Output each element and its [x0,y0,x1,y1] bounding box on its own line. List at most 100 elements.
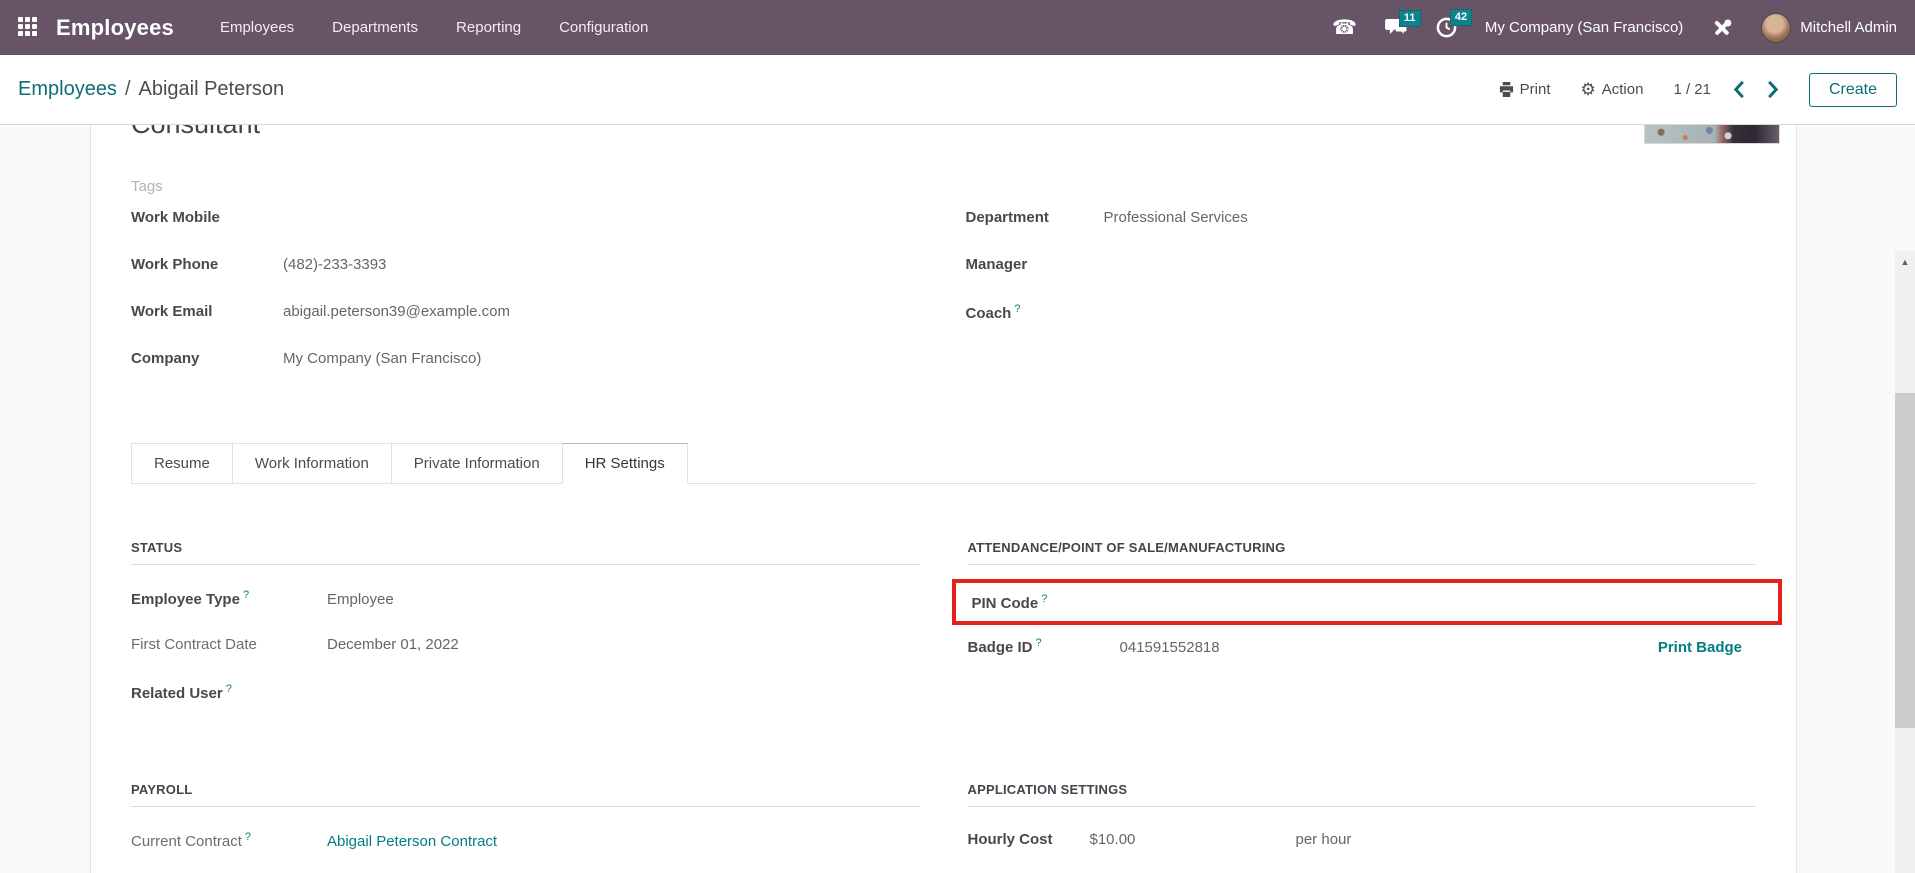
department-value[interactable]: Professional Services [1104,209,1248,226]
tab-resume[interactable]: Resume [131,443,233,484]
job-title-text: Consultant [131,125,1756,142]
menu-item-employees[interactable]: Employees [220,19,294,36]
field-row-current-contract: Current Contract? Abigail Peterson Contr… [131,831,920,857]
field-label: Current Contract? [131,831,327,850]
user-avatar [1761,13,1791,43]
section-application-settings: APPLICATION SETTINGS Hourly Cost $10.00 … [968,782,1757,873]
navbar-left: Employees Employees Departments Reportin… [18,15,648,41]
scrollbar-thumb[interactable] [1895,393,1915,728]
help-icon: ? [243,589,249,601]
current-contract-link[interactable]: Abigail Peterson Contract [327,833,497,850]
messages-count-badge: 11 [1399,10,1421,27]
employee-photo [1644,125,1780,144]
field-row-first-contract-date: First Contract Date December 01, 2022 [131,636,920,662]
company-switcher[interactable]: My Company (San Francisco) [1485,19,1683,36]
field-row-badge-id: Badge ID? 041591552818 Print Badge [968,637,1757,663]
work-phone-value[interactable]: (482)-233-3393 [283,256,386,273]
field-row-related-user: Related User? [131,683,920,709]
breadcrumb-current-record: Abigail Peterson [139,78,285,101]
control-panel: Employees / Abigail Peterson Print ⚙ Act… [0,55,1915,125]
help-icon: ? [245,831,251,843]
section-attendance-title: ATTENDANCE/POINT OF SALE/MANUFACTURING [968,540,1757,565]
badge-id-value: 041591552818 [1120,639,1220,656]
print-badge-button[interactable]: Print Badge [1658,639,1742,656]
help-icon: ? [226,683,232,695]
pager-next-button[interactable] [1767,80,1779,99]
control-panel-right: Print ⚙ Action 1 / 21 Create [1499,73,1897,107]
field-label: PIN Code? [972,593,1048,612]
pin-code-field-highlighted[interactable]: PIN Code? [952,579,1783,625]
work-email-value[interactable]: abigail.peterson39@example.com [283,303,510,320]
app-title[interactable]: Employees [56,15,174,41]
field-label: Employee Type? [131,589,327,608]
pager-previous-button[interactable] [1733,80,1745,99]
breadcrumb-separator: / [125,78,131,101]
field-label: Badge ID? [968,637,1120,656]
breadcrumb: Employees / Abigail Peterson [18,78,284,101]
company-value[interactable]: My Company (San Francisco) [283,350,481,367]
job-title-clipped: Consultant [131,125,1756,142]
field-row-company: Company My Company (San Francisco) [131,350,944,376]
field-label: Company [131,350,283,367]
apps-grid-icon[interactable] [18,17,40,39]
field-row-manager: Manager [966,256,1757,282]
header-left-column: Work Mobile Work Phone (482)-233-3393 Wo… [131,209,944,397]
scroll-up-icon[interactable]: ▲ [1895,251,1915,273]
menu-item-reporting[interactable]: Reporting [456,19,521,36]
help-icon: ? [1036,637,1042,649]
notebook-tabs: Resume Work Information Private Informat… [131,443,1756,484]
action-label: Action [1602,81,1644,98]
section-payroll-title: PAYROLL [131,782,920,807]
tab-private-information[interactable]: Private Information [391,443,563,484]
main-menu: Employees Departments Reporting Configur… [220,19,648,36]
header-right-column: Department Professional Services Manager… [944,209,1757,397]
form-content-area: Consultant Tags Work Mobile Work Phone (… [0,125,1915,873]
user-menu[interactable]: Mitchell Admin [1761,13,1897,43]
action-button[interactable]: ⚙ Action [1580,81,1643,98]
print-label: Print [1520,81,1551,98]
pager-count: 1 / 21 [1673,81,1711,98]
hourly-cost-value[interactable]: $10.00 [1090,831,1200,848]
field-label: Work Phone [131,256,283,273]
activities-icon[interactable]: 42 [1436,17,1457,38]
menu-item-departments[interactable]: Departments [332,19,418,36]
vertical-scrollbar[interactable]: ▲ [1895,251,1915,873]
help-icon: ? [1014,303,1020,315]
employee-form-sheet: Consultant Tags Work Mobile Work Phone (… [90,125,1797,873]
record-pager: 1 / 21 [1673,80,1779,99]
first-contract-date-value: December 01, 2022 [327,636,459,653]
tab-work-information[interactable]: Work Information [232,443,392,484]
header-fields: Work Mobile Work Phone (482)-233-3393 Wo… [131,209,1756,397]
tags-input[interactable]: Tags [131,178,1756,195]
chevron-left-icon [1733,80,1745,99]
messages-icon[interactable]: 11 [1385,18,1408,37]
voip-phone-icon[interactable]: ☎ [1332,18,1357,38]
create-button[interactable]: Create [1809,73,1897,107]
field-row-hourly-cost: Hourly Cost $10.00 per hour [968,831,1757,857]
field-label: Work Email [131,303,283,320]
menu-item-configuration[interactable]: Configuration [559,19,648,36]
section-attendance: ATTENDANCE/POINT OF SALE/MANUFACTURING P… [968,540,1757,730]
breadcrumb-employees-link[interactable]: Employees [18,78,117,101]
hourly-cost-suffix: per hour [1296,831,1352,848]
print-button[interactable]: Print [1499,81,1551,98]
tab-hr-settings[interactable]: HR Settings [562,443,688,484]
field-row-department: Department Professional Services [966,209,1757,235]
section-status-title: STATUS [131,540,920,565]
help-icon: ? [1041,593,1047,605]
field-label: Work Mobile [131,209,283,226]
user-name: Mitchell Admin [1800,19,1897,36]
field-row-work-mobile: Work Mobile [131,209,944,235]
field-row-work-phone: Work Phone (482)-233-3393 [131,256,944,282]
navbar-right: ☎ 11 42 My Company (San Francisco) [1332,13,1897,43]
app-window: Employees Employees Departments Reportin… [0,0,1915,873]
employee-type-value[interactable]: Employee [327,591,394,608]
developer-tools-icon[interactable] [1711,17,1733,39]
field-label: First Contract Date [131,636,327,653]
section-status: STATUS Employee Type? Employee First Con… [131,540,920,730]
field-row-coach: Coach? [966,303,1757,329]
section-app-settings-title: APPLICATION SETTINGS [968,782,1757,807]
chevron-right-icon [1767,80,1779,99]
field-row-employee-type: Employee Type? Employee [131,589,920,615]
hr-settings-pane: STATUS Employee Type? Employee First Con… [131,484,1756,873]
